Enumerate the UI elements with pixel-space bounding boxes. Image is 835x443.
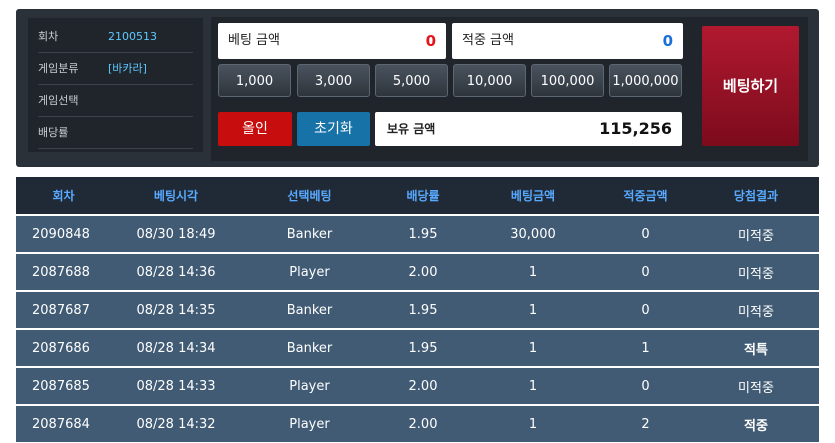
table-header-row: 회차 베팅시각 선택베팅 배당률 베팅금액 적중금액 당첨결과 — [16, 177, 819, 215]
header-payout: 적중금액 — [598, 177, 693, 215]
table-row: 2087688 08/28 14:36 Player 2.00 1 0 미적중 — [16, 252, 819, 291]
cell-round: 2087686 — [16, 328, 111, 367]
cell-payout: 1 — [598, 328, 693, 367]
cell-bet-amount: 1 — [468, 252, 598, 291]
cell-result: 미적중 — [693, 366, 819, 405]
cell-round: 2087685 — [16, 366, 111, 405]
table-row: 2087687 08/28 14:35 Banker 1.95 1 0 미적중 — [16, 290, 819, 329]
cell-odds: 2.00 — [378, 404, 468, 442]
holding-amount-label: 보유 금액 — [387, 122, 436, 136]
header-selection: 선택베팅 — [241, 177, 378, 215]
cell-selection: Player — [241, 252, 378, 291]
cell-result: 미적중 — [693, 290, 819, 329]
cell-bet-amount: 1 — [468, 290, 598, 329]
payout-amount-field: 적중 금액 0 — [452, 23, 683, 59]
cell-selection: Player — [241, 404, 378, 442]
all-in-button[interactable]: 올인 — [218, 112, 292, 146]
cell-bet-amount: 1 — [468, 328, 598, 367]
cell-selection: Player — [241, 366, 378, 405]
cell-result: 미적중 — [693, 214, 819, 253]
cell-payout: 0 — [598, 366, 693, 405]
cell-payout: 0 — [598, 214, 693, 253]
cell-selection: Banker — [241, 214, 378, 253]
chip-button-5000[interactable]: 5,000 — [375, 64, 448, 97]
cell-bet-time: 08/28 14:33 — [111, 366, 241, 405]
cell-round: 2090848 — [16, 214, 111, 253]
table-row: 2087685 08/28 14:33 Player 2.00 1 0 미적중 — [16, 366, 819, 405]
info-row-round: 회차 2100513 — [38, 22, 193, 53]
chip-button-1000000[interactable]: 1,000,000 — [609, 64, 682, 97]
cell-payout: 0 — [598, 252, 693, 291]
cell-bet-amount: 1 — [468, 366, 598, 405]
info-row-odds: 배당률 — [38, 118, 193, 149]
cell-round: 2087688 — [16, 252, 111, 291]
category-value: [바카라] — [108, 62, 147, 75]
chip-button-100000[interactable]: 100,000 — [531, 64, 604, 97]
header-odds: 배당률 — [378, 177, 468, 215]
header-bet-time: 베팅시각 — [111, 177, 241, 215]
bet-amount-label: 베팅 금액 — [228, 33, 280, 48]
game-info-box: 회차 2100513 게임분류 [바카라] 게임선택 배당률 — [28, 18, 203, 152]
odds-label: 배당률 — [38, 126, 69, 139]
cell-payout: 2 — [598, 404, 693, 442]
cell-selection: Banker — [241, 290, 378, 329]
header-bet-amount: 베팅금액 — [468, 177, 598, 215]
cell-odds: 1.95 — [378, 290, 468, 329]
cell-round: 2087684 — [16, 404, 111, 442]
cell-odds: 1.95 — [378, 328, 468, 367]
bet-amount-value: 0 — [425, 32, 436, 50]
payout-amount-label: 적중 금액 — [462, 33, 514, 48]
cell-result: 적특 — [693, 328, 819, 367]
cell-bet-time: 08/30 18:49 — [111, 214, 241, 253]
cell-bet-time: 08/28 14:35 — [111, 290, 241, 329]
cell-result: 적중 — [693, 404, 819, 442]
round-value: 2100513 — [108, 30, 157, 43]
selection-label: 게임선택 — [38, 94, 79, 107]
cell-odds: 1.95 — [378, 214, 468, 253]
cell-odds: 2.00 — [378, 366, 468, 405]
bet-amount-field: 베팅 금액 0 — [218, 23, 446, 59]
header-round: 회차 — [16, 177, 111, 215]
cell-bet-time: 08/28 14:36 — [111, 252, 241, 291]
bet-history-table: 회차 베팅시각 선택베팅 배당률 베팅금액 적중금액 당첨결과 2090848 … — [16, 177, 819, 442]
round-label: 회차 — [38, 30, 59, 43]
holding-amount-box: 보유 금액 115,256 — [375, 112, 682, 146]
cell-payout: 0 — [598, 290, 693, 329]
reset-button[interactable]: 초기화 — [297, 112, 370, 146]
header-result: 당첨결과 — [693, 177, 819, 215]
chip-button-1000[interactable]: 1,000 — [218, 64, 291, 97]
payout-amount-value: 0 — [662, 32, 673, 50]
info-row-category: 게임분류 [바카라] — [38, 54, 193, 85]
cell-odds: 2.00 — [378, 252, 468, 291]
chip-button-3000[interactable]: 3,000 — [297, 64, 370, 97]
cell-bet-time: 08/28 14:34 — [111, 328, 241, 367]
category-label: 게임분류 — [38, 62, 79, 75]
table-row: 2087686 08/28 14:34 Banker 1.95 1 1 적특 — [16, 328, 819, 367]
cell-bet-amount: 30,000 — [468, 214, 598, 253]
cell-bet-amount: 1 — [468, 404, 598, 442]
holding-amount-value: 115,256 — [599, 119, 672, 138]
cell-bet-time: 08/28 14:32 — [111, 404, 241, 442]
cell-selection: Banker — [241, 328, 378, 367]
info-row-selection: 게임선택 — [38, 86, 193, 117]
chip-button-10000[interactable]: 10,000 — [453, 64, 526, 97]
cell-result: 미적중 — [693, 252, 819, 291]
cell-round: 2087687 — [16, 290, 111, 329]
place-bet-button[interactable]: 베팅하기 — [702, 26, 799, 146]
table-row: 2090848 08/30 18:49 Banker 1.95 30,000 0… — [16, 214, 819, 253]
table-row: 2087684 08/28 14:32 Player 2.00 1 2 적중 — [16, 404, 819, 442]
